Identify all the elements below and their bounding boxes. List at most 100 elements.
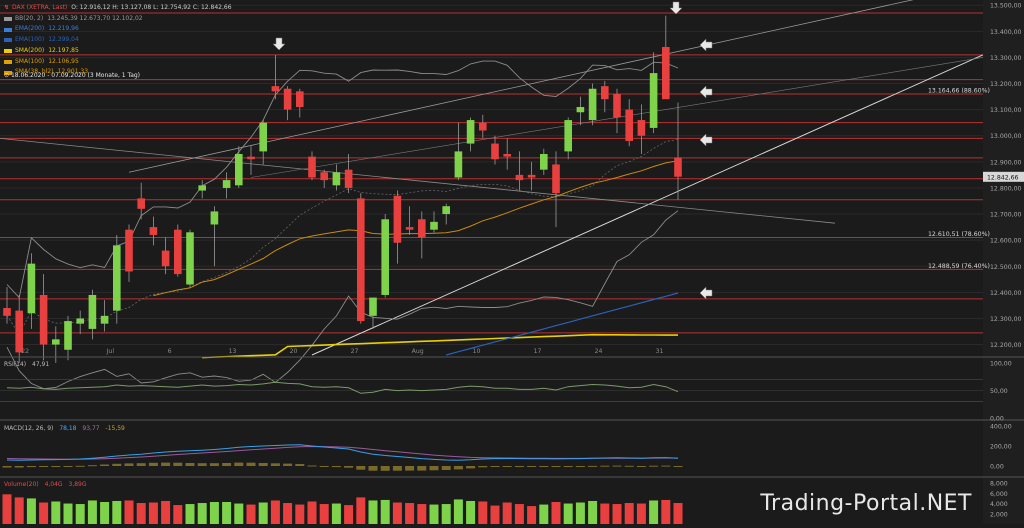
- macd-histogram-bar: [575, 466, 585, 467]
- candle-down: [296, 91, 304, 108]
- rsi-value: 47,91: [32, 361, 50, 368]
- volume-bar: [636, 503, 646, 524]
- legend-values: 12.399,04: [48, 36, 79, 44]
- candle-up: [369, 297, 377, 316]
- volume-bar: [649, 500, 659, 524]
- candle-up: [540, 154, 548, 170]
- macd-histogram-bar: [307, 465, 317, 467]
- candle-up: [27, 263, 36, 314]
- macd-histogram-bar: [63, 466, 73, 467]
- price-tick-label: 12.900,00: [990, 159, 1022, 166]
- macd-histogram-bar: [197, 463, 207, 466]
- candle-down: [601, 86, 609, 100]
- macd-histogram-bar: [270, 463, 280, 466]
- candle-down: [418, 219, 426, 238]
- volume-bar: [344, 505, 354, 524]
- date-tick-label: Jul: [106, 348, 115, 355]
- macd-histogram-bar: [246, 462, 256, 466]
- legend-label: EMA(100): [15, 36, 45, 44]
- candle-down: [125, 229, 133, 272]
- price-tick-label: 12.700,00: [990, 212, 1022, 219]
- legend-swatch: [4, 49, 12, 54]
- macd-histogram-bar: [612, 465, 622, 467]
- candle-down: [613, 93, 621, 118]
- rsi-tick-label: 100,00: [990, 361, 1012, 368]
- volume-bar: [588, 500, 598, 524]
- candle-down: [247, 156, 255, 160]
- volume-bar: [356, 497, 366, 524]
- macd-histogram-bar: [295, 464, 305, 466]
- legend-entry: EMA(200) 12.219,96: [4, 24, 232, 35]
- price-tick-label: 13.400,00: [990, 29, 1022, 36]
- candle-up: [52, 339, 60, 345]
- candle-down: [662, 46, 670, 100]
- candle-down: [527, 174, 536, 178]
- volume-bar: [173, 505, 183, 524]
- legend-swatch: [4, 17, 12, 22]
- volume-bar: [258, 502, 268, 524]
- macd-histogram-bar: [490, 466, 500, 467]
- volume-bar: [490, 505, 500, 524]
- volume-tick-label: 2,000: [990, 511, 1008, 518]
- price-tick-label: 12.400,00: [990, 290, 1022, 297]
- macd-histogram-bar: [673, 466, 683, 467]
- macd-histogram-bar: [551, 466, 561, 467]
- macd-histogram-bar: [112, 463, 122, 466]
- macd-histogram-bar: [429, 466, 439, 471]
- date-tick-label: Aug: [412, 348, 424, 355]
- volume-bar: [405, 503, 415, 524]
- legend-entry: SMA(100) 12.106,95: [4, 57, 232, 68]
- candle-down: [320, 172, 328, 181]
- macd-histogram-bar: [624, 465, 634, 467]
- volume-bar: [429, 504, 439, 524]
- rsi-tick-label: 50,00: [990, 388, 1008, 395]
- volume-bar: [661, 499, 671, 524]
- candle-up: [198, 185, 206, 191]
- volume-bar: [234, 503, 244, 524]
- volume-bar: [380, 499, 390, 524]
- candle-down: [491, 143, 499, 160]
- candle-up: [576, 107, 585, 113]
- legend-values: 12.106,95: [48, 57, 79, 65]
- fib-label-78: 12.610,51 (78.60%): [928, 231, 990, 238]
- price-tick-label: 12.800,00: [990, 185, 1022, 192]
- candle-up: [454, 151, 463, 178]
- candle-down: [503, 154, 511, 157]
- volume-bar: [307, 501, 317, 524]
- volume-bar: [270, 500, 280, 524]
- volume-bar: [222, 502, 232, 524]
- rsi-legend: RSI(14) 47,91: [4, 361, 49, 368]
- volume-bar: [246, 504, 256, 524]
- volume-bar: [441, 504, 451, 524]
- candle-up: [186, 232, 194, 285]
- volume-bar: [417, 504, 427, 524]
- legend-values: 12.197,85: [48, 46, 79, 54]
- macd-value-1: 78,18: [59, 425, 77, 432]
- volume-bar: [2, 494, 12, 524]
- macd-histogram-bar: [636, 466, 646, 467]
- legend-swatch: [4, 27, 12, 32]
- candle-down: [393, 195, 402, 243]
- price-tick-label: 13.300,00: [990, 55, 1022, 62]
- volume-bar: [197, 503, 207, 524]
- candle-down: [625, 109, 633, 141]
- rsi-label: RSI(14): [4, 361, 27, 368]
- volume-bar: [673, 503, 683, 524]
- macd-value-2: 93,77: [82, 425, 100, 432]
- macd-histogram-bar: [600, 465, 610, 467]
- macd-histogram-bar: [441, 466, 451, 470]
- legend-swatch: [4, 59, 12, 64]
- volume-bar: [63, 503, 73, 524]
- macd-histogram-bar: [87, 465, 97, 467]
- candle-up: [64, 321, 72, 350]
- volume-bar: [14, 497, 24, 524]
- volume-bar: [75, 504, 85, 524]
- macd-tick-label: 400,00: [990, 424, 1012, 431]
- macd-histogram-bar: [514, 466, 524, 467]
- macd-histogram-bar: [478, 466, 488, 468]
- macd-histogram-bar: [124, 463, 134, 466]
- candle-up: [442, 206, 450, 215]
- volume-bar: [39, 502, 49, 524]
- candle-down: [3, 308, 11, 316]
- volume-bar: [392, 502, 402, 524]
